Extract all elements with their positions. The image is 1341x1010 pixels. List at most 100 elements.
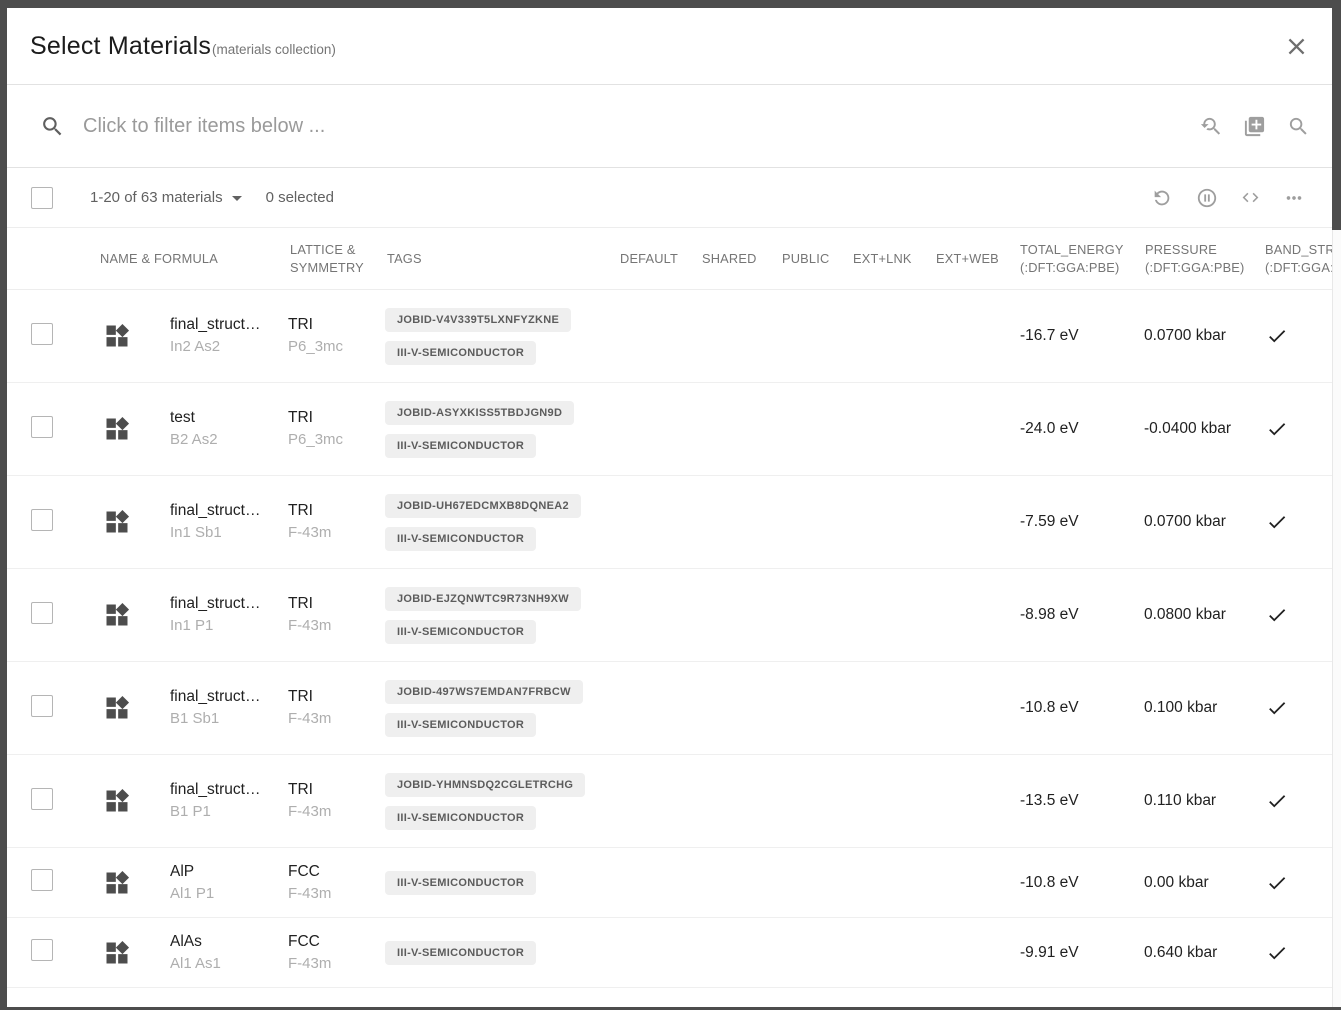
row-checkbox[interactable] (31, 869, 53, 891)
table-row[interactable]: final_struct… In1 P1 TRI F-43m JOBID-EJZ… (7, 569, 1332, 662)
name-formula-cell: final_struct… In1 Sb1 (167, 500, 287, 544)
row-checkbox[interactable] (31, 788, 53, 810)
band-structure-cell (1262, 418, 1332, 440)
material-formula: B1 Sb1 (170, 708, 287, 730)
scrollbar-thumb[interactable] (1332, 0, 1341, 230)
close-button[interactable] (1279, 29, 1314, 64)
tags-cell: JOBID-V4V339T5LXNFYZKNEIII-V-SEMICONDUCT… (384, 308, 617, 365)
tags-cell: JOBID-497WS7EMDAN7FRBCW III-V-SEMICONDUCT… (384, 680, 617, 737)
title-wrap: Select Materials (materials collection) (30, 32, 336, 61)
tags-cell: III-V-SEMICONDUCTOR (384, 941, 617, 965)
column-header: NAME & FORMULA (100, 250, 287, 268)
lattice-symmetry-cell: TRI F-43m (287, 779, 384, 823)
pressure-value: 0.100 kbar (1142, 699, 1262, 717)
band-structure-cell (1262, 325, 1332, 347)
column-header-label: EXT+LNK (853, 251, 912, 266)
search-icon (1287, 115, 1310, 138)
table-row[interactable]: final_struct… In1 Sb1 TRI F-43m JOBID-UH… (7, 476, 1332, 569)
pagination-dropdown[interactable]: 1-20 of 63 materials (90, 189, 242, 206)
tag-chip: III-V-SEMICONDUCTOR (385, 713, 536, 737)
search-actions (1199, 115, 1310, 138)
name-formula-cell: final_struct… B1 Sb1 (167, 686, 287, 730)
pagination-label: 1-20 of 63 materials (90, 189, 223, 206)
scrollbar-track[interactable] (1332, 0, 1341, 1007)
total-energy-value: -10.8 eV (1017, 874, 1142, 892)
pause-button[interactable] (1196, 187, 1218, 209)
tags-cell: JOBID-UH67EDCMXB8DQNEA2III-V-SEMICONDUCT… (384, 494, 617, 551)
row-checkbox[interactable] (31, 602, 53, 624)
code-view-button[interactable] (1241, 188, 1260, 207)
row-checkbox[interactable] (31, 509, 53, 531)
column-header-label: TAGS (387, 251, 422, 266)
search-bar (7, 85, 1332, 168)
add-to-collection-button[interactable] (1243, 115, 1266, 138)
row-checkbox[interactable] (31, 323, 53, 345)
material-widgets-icon (103, 322, 131, 350)
refresh-button[interactable] (1151, 187, 1173, 209)
name-formula-cell: test B2 As2 (167, 407, 287, 451)
table-row[interactable]: test B2 As2 TRI P6_3mc JOBID-ASYXKISS5TB… (7, 383, 1332, 476)
search-history-button[interactable] (1199, 115, 1222, 138)
more-options-button[interactable] (1283, 187, 1305, 209)
modal-backdrop: { "dialog": { "title": "Select Materials… (0, 0, 1341, 1010)
search-button[interactable] (1287, 115, 1310, 138)
band-structure-check-icon (1266, 872, 1288, 894)
band-structure-check-icon (1266, 604, 1288, 626)
lattice-type: TRI (288, 314, 384, 336)
material-widgets-icon (103, 415, 131, 443)
material-icon-cell (100, 322, 167, 350)
column-header-label: LATTICE & SYMMETRY (290, 242, 364, 275)
toolbar-actions (1151, 187, 1305, 209)
material-icon-cell (100, 787, 167, 815)
material-formula: In1 P1 (170, 615, 287, 637)
table-row[interactable]: final_struct… B1 P1 TRI F-43m JOBID-YHMN… (7, 755, 1332, 848)
table-row[interactable]: AlP Al1 P1 FCC F-43m III-V-SEMICONDUCTOR… (7, 848, 1332, 918)
dialog-header: Select Materials (materials collection) (7, 8, 1332, 85)
row-checkbox-cell (7, 416, 100, 443)
pressure-value: 0.00 kbar (1142, 874, 1262, 892)
row-checkbox[interactable] (31, 416, 53, 438)
selected-count: 0 selected (266, 189, 334, 206)
table-row[interactable]: AlAs Al1 As1 FCC F-43m III-V-SEMICONDUCT… (7, 918, 1332, 988)
lattice-symmetry-cell: TRI F-43m (287, 500, 384, 544)
row-checkbox-cell (7, 939, 100, 966)
select-all-checkbox[interactable] (31, 187, 53, 209)
material-widgets-icon (103, 939, 131, 967)
column-header-label: SHARED (702, 251, 757, 266)
column-header: DEFAULT (617, 250, 699, 268)
filter-input[interactable] (83, 115, 1199, 138)
tags-cell: JOBID-ASYXKISS5TBDJGN9DIII-V-SEMICONDUCT… (384, 401, 617, 458)
lattice-symmetry-cell: TRI P6_3mc (287, 314, 384, 358)
table-row[interactable]: GaP FCC III-V-SEMICONDUCTOR (7, 988, 1332, 1007)
tag-chip: JOBID-497WS7EMDAN7FRBCW (385, 680, 583, 704)
symmetry-group: P6_3mc (288, 336, 384, 358)
material-name: AlP (170, 861, 287, 883)
close-icon (1283, 33, 1310, 60)
row-checkbox-cell (7, 602, 100, 629)
row-checkbox[interactable] (31, 695, 53, 717)
material-name: final_struct… (170, 779, 287, 801)
material-widgets-icon (103, 787, 131, 815)
select-materials-dialog: Select Materials (materials collection) (7, 8, 1332, 1007)
row-checkbox-cell (7, 695, 100, 722)
code-icon (1241, 188, 1260, 207)
band-structure-check-icon (1266, 942, 1288, 964)
column-header: PUBLIC (779, 250, 850, 268)
row-checkbox[interactable] (31, 939, 53, 961)
band-structure-cell (1262, 697, 1332, 719)
column-header-label: TOTAL_ENERGY (1020, 242, 1124, 257)
tag-chip: III-V-SEMICONDUCTOR (385, 527, 536, 551)
material-formula: B2 As2 (170, 429, 287, 451)
table-row[interactable]: final_struct… In2 As2 TRI P6_3mc JOBID-V… (7, 290, 1332, 383)
lattice-symmetry-cell: TRI F-43m (287, 686, 384, 730)
symmetry-group: P6_3mc (288, 429, 384, 451)
lattice-symmetry-cell: TRI F-43m (287, 593, 384, 637)
pause-circle-icon (1196, 187, 1218, 209)
column-header-subtitle: (:DFT:GGA:P (1265, 259, 1332, 277)
total-energy-value: -9.91 eV (1017, 944, 1142, 962)
table-row[interactable]: final_struct… B1 Sb1 TRI F-43m JOBID-497… (7, 662, 1332, 755)
material-icon-cell (100, 694, 167, 722)
band-structure-cell (1262, 790, 1332, 812)
lattice-type: FCC (288, 931, 384, 953)
materials-list: final_struct… In2 As2 TRI P6_3mc JOBID-V… (7, 290, 1332, 1007)
